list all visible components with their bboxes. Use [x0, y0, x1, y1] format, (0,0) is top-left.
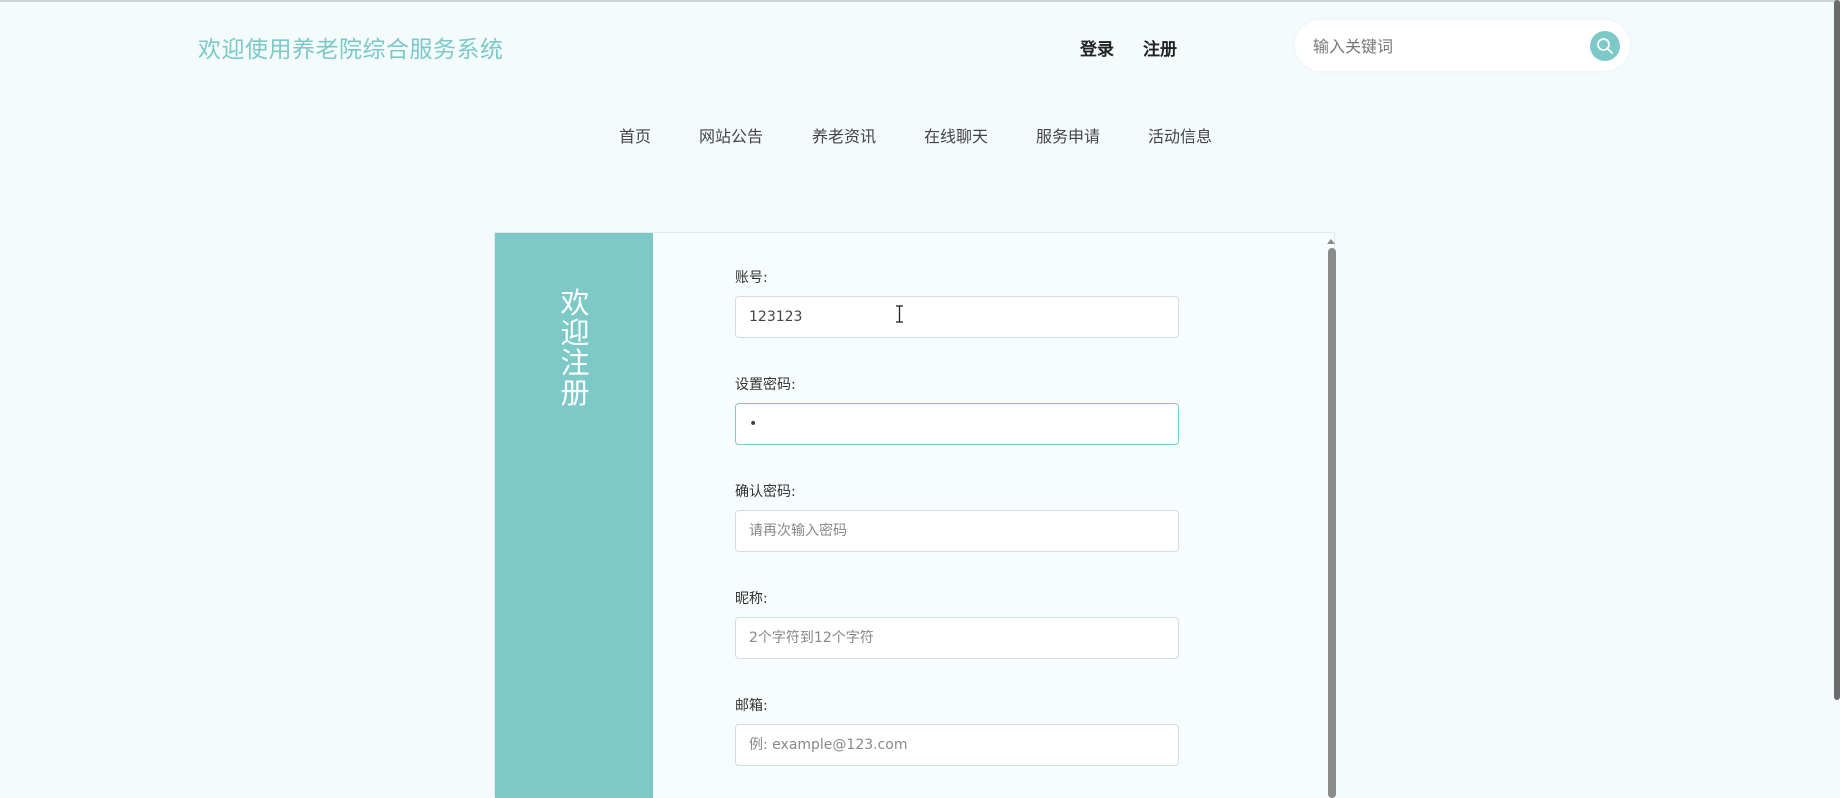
- scroll-up-arrow-icon[interactable]: [1327, 239, 1335, 244]
- nav-item-announcements[interactable]: 网站公告: [699, 123, 763, 147]
- site-title: 欢迎使用养老院综合服务系统: [198, 37, 504, 63]
- register-card: 欢迎注册 账号: 设置密码: 确认密码: 昵称: 邮箱:: [494, 232, 1336, 798]
- login-link[interactable]: 登录: [1080, 35, 1114, 60]
- confirm-password-label: 确认密码:: [735, 484, 796, 500]
- banner-title: 欢迎注册: [560, 286, 590, 410]
- password-input[interactable]: [735, 403, 1179, 445]
- scroll-thumb[interactable]: [1328, 248, 1336, 798]
- email-input[interactable]: [735, 724, 1179, 766]
- text-cursor-icon: [896, 305, 903, 323]
- confirm-password-input[interactable]: [735, 510, 1179, 552]
- nav-item-home[interactable]: 首页: [619, 123, 651, 147]
- nav-item-activity-info[interactable]: 活动信息: [1148, 123, 1212, 147]
- top-border: [0, 0, 1840, 2]
- account-input[interactable]: [735, 296, 1179, 338]
- account-label: 账号:: [735, 270, 768, 286]
- register-banner: 欢迎注册: [495, 233, 653, 798]
- search-input[interactable]: [1311, 33, 1575, 59]
- password-label: 设置密码:: [735, 377, 796, 393]
- email-label: 邮箱:: [735, 698, 768, 714]
- search-icon: [1597, 38, 1613, 54]
- form-scrollbar[interactable]: [1327, 233, 1336, 798]
- nav-item-online-chat[interactable]: 在线聊天: [924, 123, 988, 147]
- nickname-label: 昵称:: [735, 591, 768, 607]
- page-scrollbar[interactable]: [1834, 0, 1840, 700]
- nickname-input[interactable]: [735, 617, 1179, 659]
- search-box: [1295, 20, 1630, 71]
- nav-item-eldercare-news[interactable]: 养老资讯: [812, 123, 876, 147]
- nav-item-service-application[interactable]: 服务申请: [1036, 123, 1100, 147]
- main-nav: 首页 网站公告 养老资讯 在线聊天 服务申请 活动信息: [0, 123, 1840, 151]
- search-button[interactable]: [1590, 31, 1620, 61]
- register-link[interactable]: 注册: [1143, 35, 1177, 60]
